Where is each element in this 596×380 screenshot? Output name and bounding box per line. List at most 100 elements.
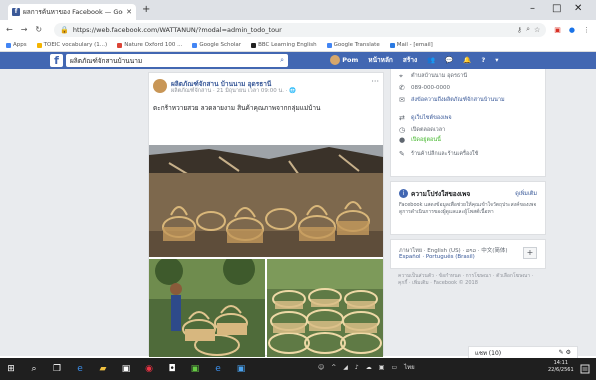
- star-icon[interactable]: ☆: [534, 26, 540, 34]
- facebook-search-input[interactable]: [70, 56, 281, 65]
- transparency-title: ความโปร่งใสของเพจ: [411, 190, 471, 198]
- app-green-icon[interactable]: ▣: [190, 364, 200, 374]
- post-photo-bottom-left[interactable]: [149, 259, 265, 357]
- reload-icon[interactable]: ↻: [35, 25, 42, 34]
- messenger-icon: ✉: [399, 96, 405, 104]
- about-row[interactable]: ⇄ ดูเว็บไซต์ของเพจ: [399, 115, 452, 122]
- minimize-icon[interactable]: –: [530, 3, 535, 14]
- close-window-icon[interactable]: ✕: [574, 3, 582, 14]
- nav-create[interactable]: สร้าง: [403, 55, 417, 65]
- transparency-see-more-link[interactable]: ดูเพิ่มเติม: [515, 190, 537, 198]
- page-transparency-card: i ความโปร่งใสของเพจ ดูเพิ่มเติม Facebook…: [390, 181, 546, 235]
- key-icon[interactable]: ⚷: [517, 26, 522, 34]
- people-icon[interactable]: ☺: [318, 364, 324, 371]
- battery-icon[interactable]: ▭: [391, 364, 397, 371]
- web-icon: ⇄: [399, 114, 405, 122]
- volume-icon[interactable]: ♪: [355, 364, 359, 371]
- back-icon[interactable]: ←: [6, 25, 13, 34]
- camera-icon[interactable]: ◘: [167, 364, 177, 374]
- search-icon[interactable]: ⌕: [29, 364, 39, 374]
- nav-home[interactable]: หน้าหลัก: [368, 55, 393, 65]
- bookmark-icon: [36, 42, 42, 48]
- basket-seller-photo: [149, 259, 265, 357]
- system-tray: ☺ ^ ◢ ♪ ☁ ▣ ▭ ไทย: [318, 362, 415, 372]
- app-blue-icon[interactable]: ▣: [236, 364, 246, 374]
- tag-icon: ✎: [399, 150, 405, 158]
- friends-icon[interactable]: 👥: [427, 56, 435, 64]
- profile-icon[interactable]: ●: [569, 26, 575, 34]
- about-row[interactable]: ✉ ส่งข้อความถึงผลิตภัณฑ์จักสานบ้านนาม: [399, 97, 505, 104]
- language-icon[interactable]: ไทย: [404, 362, 415, 372]
- store-icon[interactable]: ▣: [121, 364, 131, 374]
- file-explorer-icon[interactable]: ▰: [98, 364, 108, 374]
- post-card: ผลิตภัณฑ์จักสาน บ้านนาม อุดรธานี ผลิตภัณ…: [148, 72, 384, 357]
- status-icon: ●: [399, 136, 406, 144]
- ie-icon[interactable]: e: [213, 364, 223, 374]
- profile-name: Pom: [342, 56, 359, 64]
- menu-icon[interactable]: ⋮: [583, 26, 590, 34]
- clock-icon: ◷: [399, 126, 406, 134]
- about-row-text: ร้านค้าปลีกและร้านเครื่องใช้: [411, 151, 479, 157]
- network-icon[interactable]: ◢: [343, 364, 348, 371]
- facebook-logo-icon[interactable]: f: [50, 54, 63, 67]
- browser-tab[interactable]: f ผลการค้นหาของ Facebook — Google ✕: [8, 4, 136, 20]
- url-text[interactable]: https://web.facebook.com/WATTANUN/?modal…: [73, 26, 513, 34]
- about-row-text[interactable]: ส่งข้อความถึงผลิตภัณฑ์จักสานบ้านนาม: [411, 97, 505, 104]
- about-row-text[interactable]: ดูเว็บไซต์ของเพจ: [411, 115, 452, 122]
- chat-options-icon[interactable]: ✎ ⚙: [559, 349, 571, 356]
- new-tab-icon[interactable]: +: [142, 4, 150, 15]
- messenger-nav-icon[interactable]: 💬: [445, 56, 453, 64]
- task-view-icon[interactable]: ❐: [52, 364, 62, 374]
- chat-label[interactable]: แชท (10): [475, 348, 501, 358]
- bookmark-label: Google Scholar: [199, 42, 242, 48]
- bookmark-item[interactable]: BBC Learning English: [251, 42, 317, 48]
- help-icon[interactable]: ?: [481, 56, 485, 64]
- up-arrow-icon[interactable]: ^: [331, 364, 336, 371]
- post-photo-main[interactable]: [149, 145, 383, 257]
- notification-center-icon[interactable]: [580, 364, 590, 374]
- facebook-top-bar: f ⌕ Pom หน้าหลัก สร้าง 👥 💬 🔔 ? ▾: [0, 52, 596, 69]
- post-photo-bottom-right[interactable]: [267, 259, 383, 357]
- language-card: ภาษาไทย · English (US) · ລາວ · 中文(简体) Es…: [390, 239, 546, 269]
- lock-icon: 🔒: [60, 25, 69, 34]
- bookmark-item[interactable]: Mail - [email]: [389, 42, 433, 48]
- bookmark-item[interactable]: Google Scholar: [192, 42, 241, 48]
- add-language-button[interactable]: +: [523, 247, 537, 259]
- windows-start-icon[interactable]: ⊞: [6, 364, 16, 374]
- maximize-icon[interactable]: □: [552, 3, 561, 14]
- app-tray-icon[interactable]: ▣: [379, 364, 385, 371]
- bookmark-item[interactable]: Nature Oxford 100 ...: [117, 42, 182, 48]
- footer-links[interactable]: ความเป็นส่วนตัว · ข้อกำหนด · การโฆษณา · …: [398, 273, 538, 287]
- forward-icon[interactable]: →: [21, 25, 28, 34]
- bookmark-label: BBC Learning English: [258, 42, 317, 48]
- about-row: ● เปิดอยู่ตอนนี้: [399, 137, 441, 144]
- windows-taskbar: ⊞ ⌕ ❐ e ▰ ▣ ◉ ◘ ▣ e ▣: [0, 358, 596, 380]
- page-avatar[interactable]: [153, 79, 167, 93]
- search-icon[interactable]: ⌕: [280, 56, 284, 65]
- edge-icon[interactable]: e: [75, 364, 85, 374]
- close-tab-icon[interactable]: ✕: [126, 8, 132, 16]
- about-row: ◷ เปิดตลอดเวลา: [399, 127, 445, 134]
- nav-profile[interactable]: Pom: [330, 55, 358, 65]
- extension-icon[interactable]: ▣: [554, 26, 561, 34]
- notifications-icon[interactable]: 🔔: [463, 56, 471, 64]
- transparency-body: Facebook แสดงข้อมูลเพื่อช่วยให้คุณเข้าใจ…: [399, 202, 537, 215]
- chat-bar[interactable]: แชท (10) ✎ ⚙: [468, 346, 578, 358]
- omnibox[interactable]: 🔒 https://web.facebook.com/WATTANUN/?mod…: [54, 22, 547, 37]
- account-menu-icon[interactable]: ▾: [495, 56, 498, 64]
- zoom-icon[interactable]: ⌕: [526, 25, 530, 34]
- bookmark-item[interactable]: TOEIC vocabulary (1...): [36, 42, 108, 48]
- bookmark-item[interactable]: Google Translate: [326, 42, 380, 48]
- bookmark-label: Google Translate: [333, 42, 380, 48]
- chrome-icon[interactable]: ◉: [144, 364, 154, 374]
- language-list-2[interactable]: Español · Português (Brasil): [399, 254, 475, 260]
- facebook-search-box[interactable]: ⌕: [66, 54, 288, 67]
- bookmark-item[interactable]: Apps: [6, 42, 27, 48]
- bookmarks-bar: Apps TOEIC vocabulary (1...) Nature Oxford…: [0, 39, 596, 52]
- taskbar-clock[interactable]: 14:11 22/6/2561: [548, 360, 574, 374]
- more-options-icon[interactable]: ···: [371, 77, 379, 86]
- tab-title: ผลการค้นหาของ Facebook — Google: [23, 8, 123, 16]
- cloud-icon[interactable]: ☁: [366, 364, 372, 371]
- bookmark-label: TOEIC vocabulary (1...): [43, 42, 108, 48]
- about-row-text: เปิดอยู่ตอนนี้: [411, 137, 441, 143]
